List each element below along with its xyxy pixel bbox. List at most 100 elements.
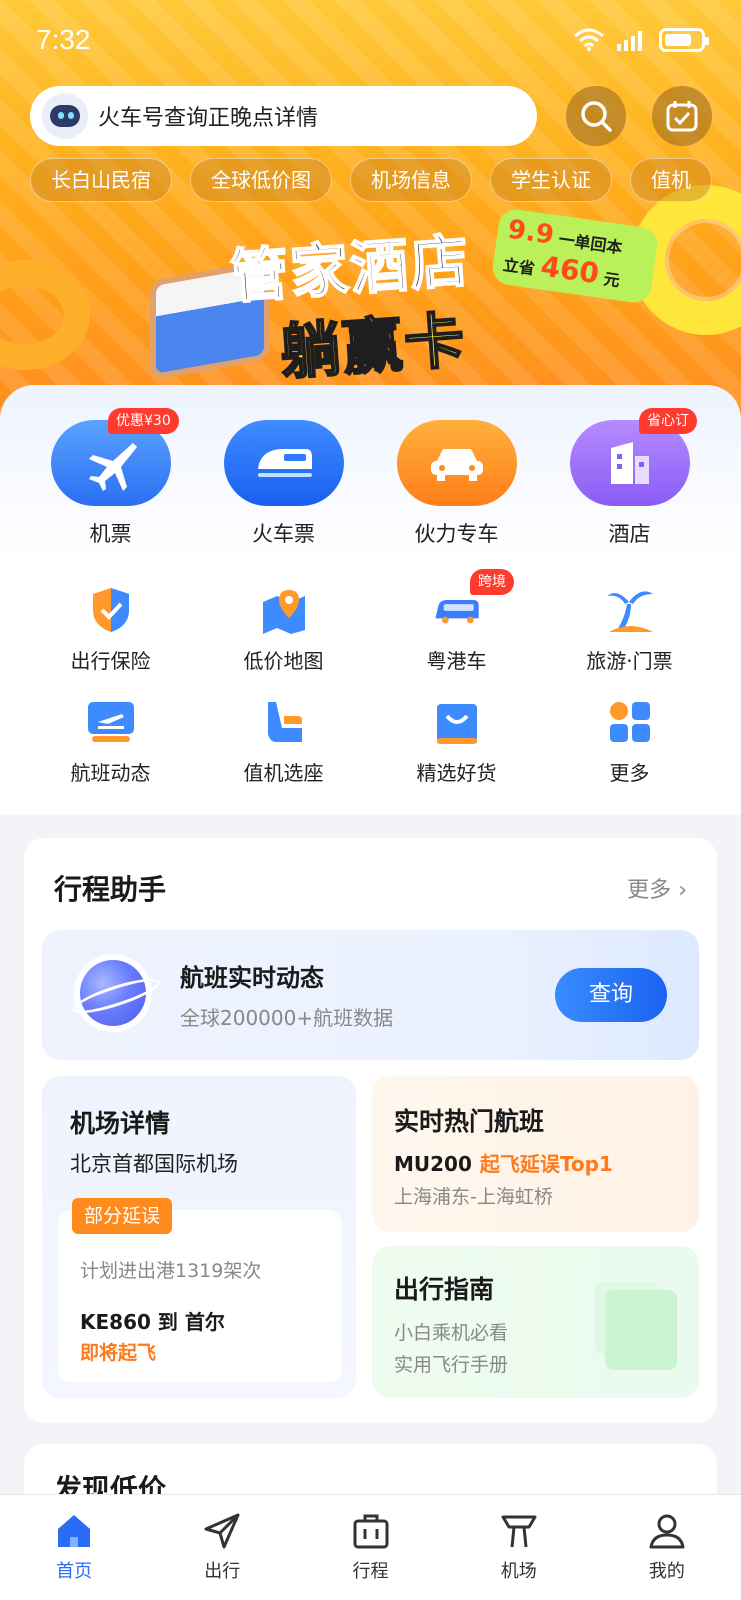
airport-title: 机场详情	[70, 1109, 171, 1138]
service-label: 旅游·门票	[586, 649, 673, 673]
car-icon	[396, 420, 517, 506]
calendar-check-icon	[666, 101, 698, 132]
service-hk-bus[interactable]: 跨境 粤港车	[370, 569, 543, 697]
chip[interactable]: 全球低价图	[190, 158, 332, 202]
palm-tree-icon	[605, 585, 655, 635]
hot-flight-card[interactable]: 实时热门航班 MU200 起飞延误Top1 上海浦东-上海虹桥	[372, 1076, 699, 1232]
more-link[interactable]: 更多 ›	[627, 872, 687, 904]
user-icon	[649, 1514, 685, 1549]
chip[interactable]: 机场信息	[350, 158, 472, 202]
airport-name: 北京首都国际机场	[70, 1152, 238, 1176]
tab-label: 机场	[500, 1561, 537, 1582]
tab-label: 行程	[352, 1561, 389, 1582]
airport-info-box: 计划进出港1319架次 KE860 到 首尔 即将起飞	[58, 1210, 342, 1382]
tab-label: 首页	[56, 1561, 93, 1582]
bottom-tab-bar: 首页 出行 行程 机场 我的	[0, 1494, 741, 1600]
quick-chips: 长白山民宿 全球低价图 机场信息 学生认证 值机	[30, 158, 712, 202]
service-insurance[interactable]: 出行保险	[24, 585, 197, 697]
guide-line: 实用飞行手册	[394, 1354, 509, 1376]
book-icon	[605, 1290, 677, 1370]
query-button[interactable]: 查询	[555, 968, 667, 1022]
flight-live-subtitle: 全球200000+航班数据	[180, 1006, 394, 1030]
tab-travel[interactable]: 出行	[148, 1495, 296, 1600]
trip-assistant-card: 行程助手 更多 › 航班实时动态 全球200000+航班数据 查询 机场详情 北…	[24, 838, 717, 1423]
travel-guide-card[interactable]: 出行指南 小白乘机必看 实用飞行手册	[372, 1246, 699, 1398]
hot-flight-highlight: 起飞延误Top1	[479, 1152, 613, 1176]
service-tour[interactable]: 旅游·门票	[543, 585, 716, 697]
calendar-button[interactable]	[652, 86, 712, 146]
service-label: 低价地图	[243, 649, 324, 673]
badge-text: 立省	[501, 255, 537, 279]
hot-flight-code: MU200	[394, 1152, 472, 1176]
service-flight[interactable]: 优惠¥30 机票	[24, 408, 197, 548]
train-icon	[223, 420, 344, 506]
grid-icon	[605, 697, 655, 747]
service-more[interactable]: 更多	[543, 697, 716, 809]
more-label: 更多	[627, 878, 672, 903]
service-car[interactable]: 伙力专车	[370, 420, 543, 548]
flight-live-banner[interactable]: 航班实时动态 全球200000+航班数据 查询	[42, 930, 699, 1060]
wifi-icon	[574, 28, 604, 51]
flight-live-title: 航班实时动态	[180, 964, 324, 992]
service-label: 机票	[89, 522, 132, 546]
chip[interactable]: 值机	[630, 158, 712, 202]
tower-icon	[501, 1515, 537, 1548]
service-label: 出行保险	[70, 649, 151, 673]
service-flight-status[interactable]: 航班动态	[24, 697, 197, 809]
tab-itinerary[interactable]: 行程	[296, 1495, 444, 1600]
service-hotel[interactable]: 省心订 酒店	[543, 408, 716, 548]
tab-profile[interactable]: 我的	[593, 1495, 741, 1600]
section-title: 行程助手	[54, 873, 167, 906]
airport-card[interactable]: 机场详情 北京首都国际机场 计划进出港1319架次 KE860 到 首尔 即将起…	[42, 1076, 356, 1398]
service-label: 更多	[609, 761, 650, 785]
service-map[interactable]: 低价地图	[197, 585, 370, 697]
badge-amount: 460	[538, 249, 602, 291]
service-shopping[interactable]: 精选好货	[370, 697, 543, 809]
airport-count: 计划进出港1319架次	[80, 1260, 262, 1282]
search-button[interactable]	[566, 86, 626, 146]
chevron-right-icon: ›	[678, 878, 687, 903]
hot-flight-line: MU200 起飞延误Top1	[394, 1148, 613, 1177]
robot-avatar-icon	[42, 93, 88, 139]
airport-flight-status: 即将起飞	[80, 1342, 157, 1364]
promo-banner[interactable]: 管家酒店 躺赢卡 9.9 一单回本 立省 460 元	[150, 207, 670, 390]
service-label: 精选好货	[416, 761, 497, 785]
status-time: 7:32	[36, 24, 91, 55]
service-label: 伙力专车	[414, 522, 499, 546]
main-services: 优惠¥30 机票 火车票 伙力专车 省心订 酒店	[24, 408, 717, 548]
service-label: 火车票	[252, 522, 315, 546]
airport-flight: KE860 到 首尔	[80, 1310, 225, 1334]
banner-subtitle: 躺赢卡	[277, 305, 469, 390]
promo-tag: 省心订	[639, 408, 697, 434]
service-checkin[interactable]: 值机选座	[197, 697, 370, 809]
sub-services: 出行保险 低价地图 跨境 粤港车 旅游·门票 航班动态 值机选座 精选好货 更多	[24, 569, 717, 809]
status-icons	[573, 28, 709, 52]
chip[interactable]: 学生认证	[490, 158, 612, 202]
map-pin-icon	[259, 585, 309, 635]
service-train[interactable]: 火车票	[197, 420, 370, 548]
banner-badge: 9.9 一单回本 立省 460 元	[490, 207, 660, 305]
signal-icon	[617, 31, 642, 51]
service-label: 航班动态	[70, 761, 151, 785]
tab-label: 出行	[204, 1561, 241, 1582]
chip[interactable]: 长白山民宿	[30, 158, 172, 202]
guide-title: 出行指南	[394, 1275, 495, 1304]
search-placeholder: 火车号查询正晚点详情	[98, 106, 319, 131]
home-icon	[58, 1515, 91, 1547]
shopping-bag-icon	[432, 697, 482, 747]
delay-badge: 部分延误	[72, 1198, 173, 1234]
search-bar[interactable]: 火车号查询正晚点详情	[30, 86, 537, 146]
tab-home[interactable]: 首页	[0, 1495, 148, 1600]
guide-line: 小白乘机必看	[394, 1322, 509, 1344]
globe-icon	[80, 960, 146, 1026]
tab-airport[interactable]: 机场	[445, 1495, 593, 1600]
service-label: 粤港车	[426, 649, 487, 673]
battery-icon	[659, 28, 709, 52]
status-bar: 7:32	[0, 0, 741, 80]
flight-board-icon	[86, 697, 136, 747]
decor-blob	[0, 260, 90, 370]
hero-header: 7:32 火车号查询正晚点详情 长白山民宿 全球低价图 机场信息 学生认证 值机…	[0, 0, 741, 430]
seat-icon	[259, 697, 309, 747]
briefcase-icon	[353, 1514, 388, 1549]
service-label: 值机选座	[243, 761, 324, 785]
